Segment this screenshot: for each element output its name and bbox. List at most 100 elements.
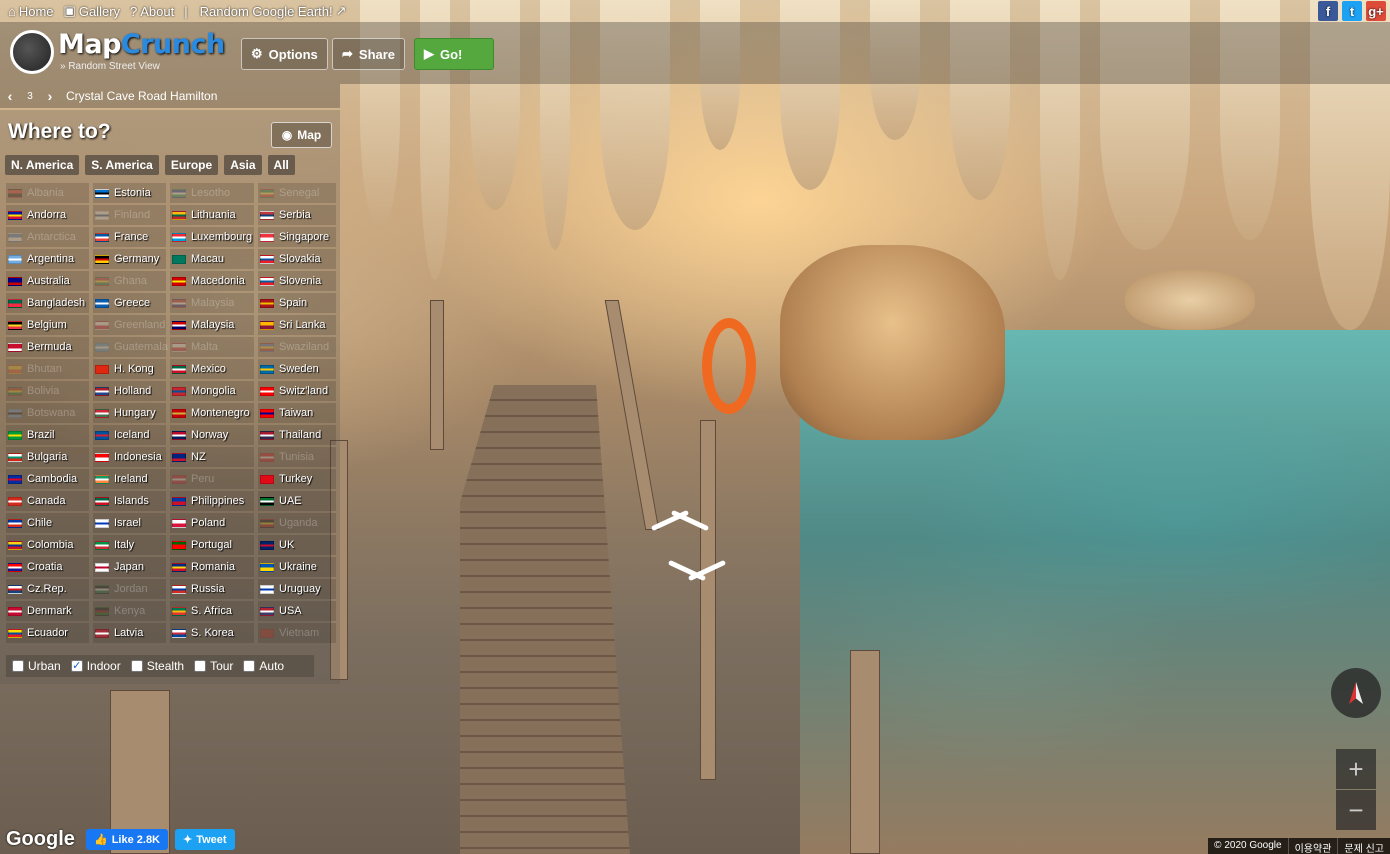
country-item[interactable]: Spain: [258, 293, 336, 313]
country-item[interactable]: Cz.Rep.: [6, 579, 89, 599]
country-item[interactable]: Cambodia: [6, 469, 89, 489]
next-arrow-icon[interactable]: ›: [40, 88, 60, 104]
country-item[interactable]: Singapore: [258, 227, 336, 247]
option-stealth[interactable]: Stealth: [130, 659, 184, 673]
country-item[interactable]: Colombia: [6, 535, 89, 555]
country-item[interactable]: Bermuda: [6, 337, 89, 357]
option-tour[interactable]: Tour: [194, 659, 233, 673]
country-item[interactable]: Taiwan: [258, 403, 336, 423]
country-item[interactable]: Germany: [93, 249, 166, 269]
country-item[interactable]: Slovakia: [258, 249, 336, 269]
country-item[interactable]: France: [93, 227, 166, 247]
country-item[interactable]: Belgium: [6, 315, 89, 335]
country-item[interactable]: S. Africa: [170, 601, 254, 621]
country-item[interactable]: Philippines: [170, 491, 254, 511]
country-item[interactable]: Italy: [93, 535, 166, 555]
country-item[interactable]: Latvia: [93, 623, 166, 643]
country-item[interactable]: Indonesia: [93, 447, 166, 467]
country-item[interactable]: Canada: [6, 491, 89, 511]
zoom-in-button[interactable]: +: [1336, 749, 1376, 789]
country-item[interactable]: Turkey: [258, 469, 336, 489]
previous-arrow-icon[interactable]: ‹: [0, 88, 20, 104]
country-item[interactable]: Andorra: [6, 205, 89, 225]
country-item[interactable]: Iceland: [93, 425, 166, 445]
country-item[interactable]: H. Kong: [93, 359, 166, 379]
country-item[interactable]: Luxembourg: [170, 227, 254, 247]
option-urban[interactable]: Urban: [12, 659, 61, 673]
country-item[interactable]: Uruguay: [258, 579, 336, 599]
country-item[interactable]: Russia: [170, 579, 254, 599]
country-item[interactable]: Brazil: [6, 425, 89, 445]
go-button[interactable]: ▶ Go!: [414, 38, 494, 70]
zoom-out-button[interactable]: −: [1336, 790, 1376, 830]
country-item[interactable]: Japan: [93, 557, 166, 577]
country-item[interactable]: Portugal: [170, 535, 254, 555]
country-item[interactable]: Thailand: [258, 425, 336, 445]
options-button[interactable]: ⚙ Options: [241, 38, 328, 70]
country-item[interactable]: Norway: [170, 425, 254, 445]
country-item[interactable]: Ecuador: [6, 623, 89, 643]
country-item[interactable]: Montenegro: [170, 403, 254, 423]
google-plus-icon[interactable]: g+: [1366, 1, 1386, 21]
home-link[interactable]: ⌂ Home: [8, 4, 54, 19]
country-item[interactable]: Switz'land: [258, 381, 336, 401]
country-item[interactable]: Mongolia: [170, 381, 254, 401]
country-item[interactable]: Serbia: [258, 205, 336, 225]
region-europe[interactable]: Europe: [164, 155, 219, 175]
country-item[interactable]: Sri Lanka: [258, 315, 336, 335]
country-item[interactable]: Croatia: [6, 557, 89, 577]
location-name[interactable]: Crystal Cave Road Hamilton: [66, 89, 217, 103]
tweet-button[interactable]: ✦ Tweet: [175, 829, 235, 850]
country-item[interactable]: UAE: [258, 491, 336, 511]
country-item[interactable]: Poland: [170, 513, 254, 533]
region-all[interactable]: All: [267, 155, 295, 175]
country-item[interactable]: Hungary: [93, 403, 166, 423]
country-item[interactable]: Mexico: [170, 359, 254, 379]
country-item[interactable]: Argentina: [6, 249, 89, 269]
country-item[interactable]: Romania: [170, 557, 254, 577]
option-auto[interactable]: Auto: [243, 659, 284, 673]
checkbox[interactable]: [130, 660, 143, 672]
country-item[interactable]: UK: [258, 535, 336, 555]
twitter-icon[interactable]: t: [1342, 1, 1362, 21]
country-item[interactable]: Macedonia: [170, 271, 254, 291]
checkbox[interactable]: [243, 660, 256, 672]
report-problem-link[interactable]: 문제 신고: [1337, 838, 1390, 854]
country-item[interactable]: Ireland: [93, 469, 166, 489]
country-item[interactable]: Ukraine: [258, 557, 336, 577]
share-button[interactable]: ➦ Share: [332, 38, 406, 70]
country-item[interactable]: NZ: [170, 447, 254, 467]
option-indoor[interactable]: ✓ Indoor: [70, 659, 121, 673]
country-item[interactable]: Sweden: [258, 359, 336, 379]
country-item[interactable]: Macau: [170, 249, 254, 269]
country-item[interactable]: USA: [258, 601, 336, 621]
move-backward-arrow[interactable]: [667, 562, 727, 586]
country-item[interactable]: Holland: [93, 381, 166, 401]
country-item[interactable]: Bulgaria: [6, 447, 89, 467]
region-asia[interactable]: Asia: [224, 155, 262, 175]
region-south-america[interactable]: S. America: [85, 155, 159, 175]
checkbox[interactable]: [12, 660, 24, 672]
country-item[interactable]: Greece: [93, 293, 166, 313]
country-item[interactable]: Islands: [93, 491, 166, 511]
region-north-america[interactable]: N. America: [5, 155, 80, 175]
checkbox[interactable]: [194, 660, 207, 672]
about-link[interactable]: ? About: [130, 4, 174, 19]
country-item[interactable]: Malaysia: [170, 315, 254, 335]
country-item[interactable]: Denmark: [6, 601, 89, 621]
google-logo[interactable]: Google: [6, 828, 75, 851]
country-item[interactable]: S. Korea: [170, 623, 254, 643]
country-item[interactable]: Estonia: [93, 183, 166, 203]
move-forward-arrow[interactable]: [650, 512, 710, 536]
country-item[interactable]: Slovenia: [258, 271, 336, 291]
gallery-link[interactable]: ▣ Gallery: [64, 3, 120, 19]
checkbox[interactable]: ✓: [70, 660, 83, 672]
facebook-like-button[interactable]: 👍 Like 2.8K: [86, 829, 169, 850]
country-item[interactable]: Chile: [6, 513, 89, 533]
country-item[interactable]: Australia: [6, 271, 89, 291]
random-google-earth-link[interactable]: Random Google Earth! ↗: [200, 3, 347, 19]
terms-link[interactable]: 이용약관: [1287, 838, 1338, 854]
country-item[interactable]: Israel: [93, 513, 166, 533]
map-button[interactable]: ◉ Map: [271, 122, 332, 148]
compass-icon[interactable]: [1331, 668, 1381, 718]
